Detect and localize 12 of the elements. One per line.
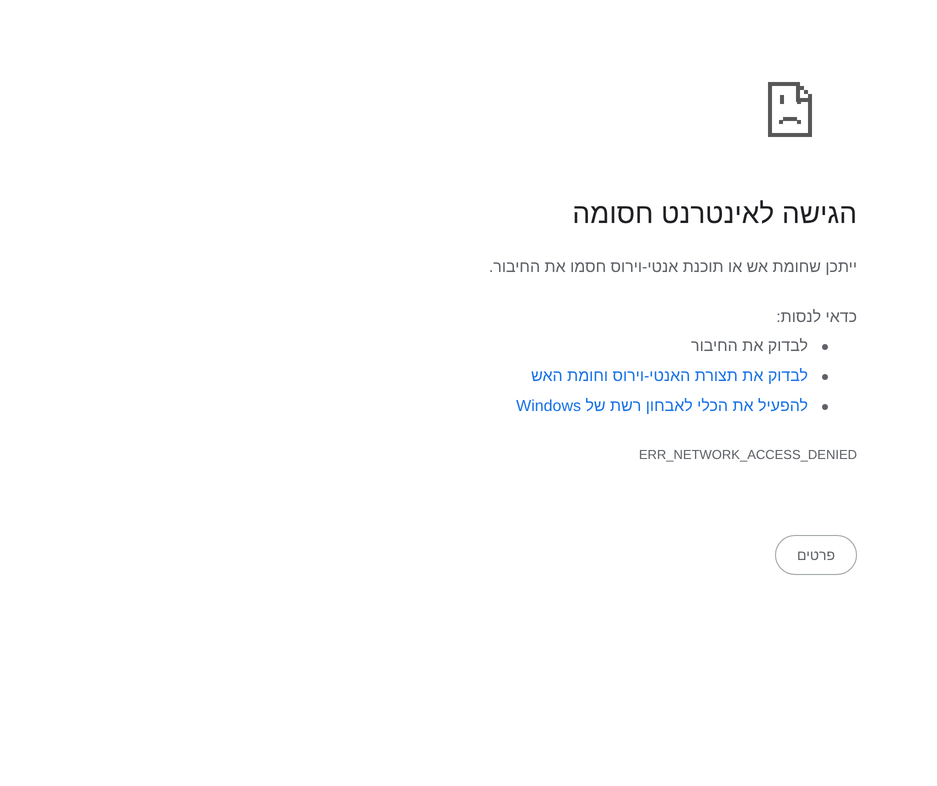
bullet-icon: [822, 404, 828, 410]
suggestions-heading: כדאי לנסות:: [776, 308, 857, 328]
details-button[interactable]: פרטים: [775, 535, 857, 575]
sad-page-icon: [768, 82, 812, 137]
bullet-icon: [822, 344, 828, 350]
suggestion-text: לבדוק את החיבור: [691, 338, 808, 356]
bullet-icon: [822, 374, 828, 380]
page-title: הגישה לאינטרנט חסומה: [572, 197, 857, 231]
suggestion-link[interactable]: לבדוק את תצורת האנטי-וירוס וחומת האש: [531, 368, 808, 386]
error-message: ייתכן שחומת אש או תוכנת אנטי-וירוס חסמו את החיבור.: [488, 258, 857, 278]
suggestion-link[interactable]: להפעיל את הכלי לאבחון רשת של Windows: [516, 398, 808, 416]
error-code: ERR_NETWORK_ACCESS_DENIED: [638, 446, 857, 464]
